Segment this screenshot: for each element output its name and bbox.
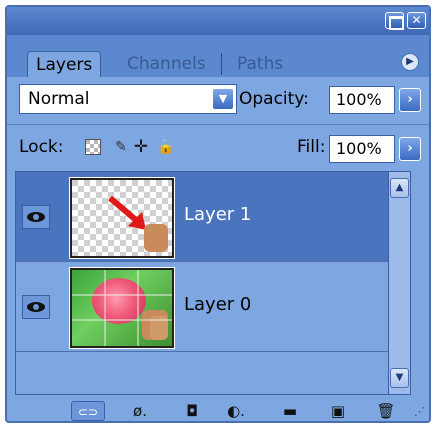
move-lock-icon[interactable]: ✛ xyxy=(133,139,149,156)
new-layer-icon[interactable]: ▣ xyxy=(325,401,351,421)
adjustment-layer-icon[interactable]: ◐. xyxy=(223,401,249,421)
layers-palette: ✕ Layers Channels Paths ▶ Normal ▼ Opaci… xyxy=(5,5,431,423)
layers-list: Layer 1 Layer 0 ▲ ▼ xyxy=(15,171,411,395)
lock-row: Lock: ✎ ✛ 🔒 Fill: 100% › xyxy=(7,124,429,168)
padlock-icon[interactable]: 🔒 xyxy=(157,139,174,155)
layer-mask-icon[interactable]: ◘ xyxy=(179,401,205,421)
tab-layers[interactable]: Layers xyxy=(27,51,102,77)
tab-channels[interactable]: Channels xyxy=(119,51,214,77)
opacity-slider-arrow-icon[interactable]: › xyxy=(399,88,421,112)
eye-icon xyxy=(27,212,45,222)
visibility-toggle[interactable] xyxy=(22,205,50,229)
layers-toolbar: ⊂⊃ ø. ◘ ◐. ▬ ▣ 🗑 ⋰ xyxy=(7,399,429,423)
blend-mode-value: Normal xyxy=(28,89,90,109)
palette-titlebar[interactable]: ✕ xyxy=(7,7,429,35)
layer-style-icon[interactable]: ø. xyxy=(127,401,153,421)
visibility-toggle[interactable] xyxy=(22,295,50,319)
close-button[interactable]: ✕ xyxy=(407,12,426,29)
eye-icon xyxy=(27,302,45,312)
resize-grip-icon[interactable]: ⋰ xyxy=(409,405,425,421)
grid-overlay xyxy=(72,270,172,346)
opacity-input[interactable]: 100% xyxy=(329,86,395,114)
new-group-icon[interactable]: ▬ xyxy=(277,401,303,421)
hand-image xyxy=(144,224,168,252)
scroll-up-icon[interactable]: ▲ xyxy=(390,178,409,198)
blend-mode-select[interactable]: Normal ▼ xyxy=(19,84,237,114)
tab-paths[interactable]: Paths xyxy=(229,51,291,77)
layer-row[interactable]: Layer 1 xyxy=(16,172,410,262)
blend-row: Normal ▼ Opacity: 100% › xyxy=(7,77,429,119)
fill-input[interactable]: 100% xyxy=(329,135,395,163)
layers-scrollbar[interactable]: ▲ ▼ xyxy=(388,172,410,394)
chevron-down-icon[interactable]: ▼ xyxy=(212,88,234,110)
brush-lock-icon[interactable]: ✎ xyxy=(113,139,129,155)
minimize-button[interactable] xyxy=(385,12,404,30)
lock-label: Lock: xyxy=(19,137,64,157)
layer-name[interactable]: Layer 0 xyxy=(184,294,251,315)
fill-label: Fill: xyxy=(297,137,326,157)
palette-menu-arrow-icon[interactable]: ▶ xyxy=(401,53,419,71)
scroll-down-icon[interactable]: ▼ xyxy=(390,368,409,388)
tab-divider xyxy=(221,53,222,75)
palette-tabs: Layers Channels Paths ▶ xyxy=(7,35,429,77)
trash-icon[interactable]: 🗑 xyxy=(373,401,399,421)
fill-slider-arrow-icon[interactable]: › xyxy=(399,137,421,161)
link-layers-icon[interactable]: ⊂⊃ xyxy=(71,401,105,421)
layer-name[interactable]: Layer 1 xyxy=(184,204,251,225)
layer-thumbnail[interactable] xyxy=(69,177,175,259)
opacity-label: Opacity: xyxy=(239,89,309,109)
layer-row[interactable]: Layer 0 xyxy=(16,262,410,352)
layer-thumbnail[interactable] xyxy=(69,267,175,349)
transparency-lock-icon[interactable] xyxy=(85,139,101,155)
